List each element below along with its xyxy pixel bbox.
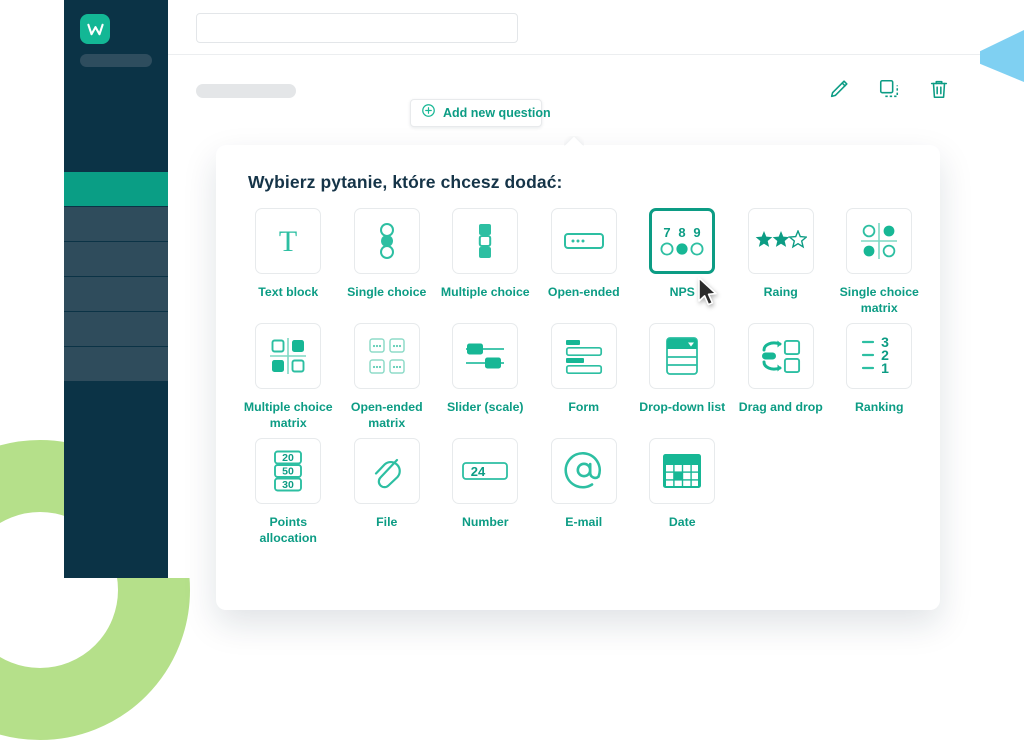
question-type-single-choice-matrix[interactable]: Single choice matrix bbox=[830, 208, 929, 322]
rating-icon bbox=[747, 208, 814, 274]
drag-and-drop-icon bbox=[747, 323, 814, 389]
question-type-date[interactable]: Date bbox=[633, 438, 732, 552]
sidebar-user-placeholder bbox=[80, 54, 152, 67]
popup-title: Wybierz pytanie, które chcesz dodać: bbox=[248, 172, 563, 192]
add-new-question-button[interactable]: Add new question bbox=[410, 99, 551, 127]
pencil-icon[interactable] bbox=[828, 78, 850, 100]
question-type-label: Drag and drop bbox=[738, 400, 823, 414]
single-choice-icon bbox=[353, 208, 420, 274]
app-logo[interactable] bbox=[80, 14, 110, 44]
question-type-single-choice[interactable]: Single choice bbox=[338, 208, 437, 322]
question-type-label: File bbox=[376, 515, 398, 529]
sidebar-item-3[interactable] bbox=[64, 277, 168, 311]
slider-icon bbox=[452, 323, 519, 389]
question-type-label: Open-ended matrix bbox=[350, 400, 423, 431]
svg-text:8: 8 bbox=[679, 225, 686, 240]
question-type-label: Single choice bbox=[347, 285, 427, 299]
question-type-label: Multiple choice bbox=[440, 285, 530, 299]
question-type-open-ended[interactable]: Open-ended bbox=[535, 208, 634, 322]
add-new-question-label: Add new question bbox=[443, 106, 551, 120]
question-type-points-allocation[interactable]: 20 50 30 Points allocation bbox=[239, 438, 338, 552]
question-type-multiple-choice[interactable]: Multiple choice bbox=[436, 208, 535, 322]
question-type-label: Ranking bbox=[854, 400, 904, 414]
question-toolbar bbox=[828, 78, 950, 100]
question-type-file[interactable]: File bbox=[338, 438, 437, 552]
ranking-icon: 3 2 1 bbox=[846, 323, 913, 389]
multiple-choice-matrix-icon bbox=[255, 323, 322, 389]
question-type-label: Slider (scale) bbox=[446, 400, 524, 414]
question-type-form[interactable]: Form bbox=[535, 323, 634, 437]
question-type-open-ended-matrix[interactable]: Open-ended matrix bbox=[338, 323, 437, 437]
question-type-popup: Wybierz pytanie, które chcesz dodać: T T… bbox=[216, 136, 940, 610]
open-ended-matrix-icon bbox=[353, 323, 420, 389]
plus-circle-icon bbox=[421, 103, 436, 123]
svg-text:1: 1 bbox=[881, 360, 889, 376]
svg-text:50: 50 bbox=[282, 466, 294, 478]
sidebar-item-0[interactable] bbox=[64, 172, 168, 206]
survey-select[interactable] bbox=[196, 13, 518, 43]
question-type-label: E-mail bbox=[565, 515, 603, 529]
sidebar-item-1[interactable] bbox=[64, 207, 168, 241]
question-type-ranking[interactable]: 3 2 1 Ranking bbox=[830, 323, 929, 437]
question-type-label: Drop-down list bbox=[639, 400, 726, 414]
question-type-email[interactable]: E-mail bbox=[535, 438, 634, 552]
question-type-dropdown-list[interactable]: Drop-down list bbox=[633, 323, 732, 437]
text-block-icon: T bbox=[255, 208, 322, 274]
question-type-drag-and-drop[interactable]: Drag and drop bbox=[732, 323, 831, 437]
question-type-rating[interactable]: Raing bbox=[732, 208, 831, 322]
svg-text:7: 7 bbox=[664, 225, 671, 240]
form-icon bbox=[550, 323, 617, 389]
question-type-multiple-choice-matrix[interactable]: Multiple choice matrix bbox=[239, 323, 338, 437]
question-type-grid: T Text block Single choice Multiple choi… bbox=[239, 208, 929, 553]
question-type-label: Raing bbox=[763, 285, 798, 299]
question-type-text-block[interactable]: T Text block bbox=[239, 208, 338, 322]
points-allocation-icon: 20 50 30 bbox=[255, 438, 322, 504]
top-bar bbox=[168, 0, 980, 55]
number-icon: 24 bbox=[452, 438, 519, 504]
svg-text:20: 20 bbox=[282, 452, 294, 464]
sidebar bbox=[64, 0, 168, 578]
trash-icon[interactable] bbox=[928, 78, 950, 100]
copy-icon[interactable] bbox=[878, 78, 900, 100]
svg-text:30: 30 bbox=[282, 479, 294, 491]
question-type-slider[interactable]: Slider (scale) bbox=[436, 323, 535, 437]
single-choice-matrix-icon bbox=[846, 208, 913, 274]
at-sign-icon bbox=[550, 438, 617, 504]
dropdown-list-icon bbox=[649, 323, 716, 389]
question-type-label: Number bbox=[462, 515, 509, 529]
question-type-label: Points allocation bbox=[259, 515, 317, 546]
question-type-number[interactable]: 24 Number bbox=[436, 438, 535, 552]
question-type-label: Text block bbox=[258, 285, 319, 299]
svg-text:T: T bbox=[279, 225, 297, 258]
paperclip-icon bbox=[353, 438, 420, 504]
mouse-pointer-icon bbox=[697, 277, 721, 309]
calendar-icon bbox=[649, 438, 716, 504]
open-ended-icon bbox=[550, 208, 617, 274]
multiple-choice-icon bbox=[452, 208, 519, 274]
question-type-label: Form bbox=[568, 400, 600, 414]
sidebar-item-4[interactable] bbox=[64, 312, 168, 346]
sidebar-item-2[interactable] bbox=[64, 242, 168, 276]
question-type-label: Single choice matrix bbox=[839, 285, 919, 316]
popup-pointer-notch bbox=[564, 136, 584, 146]
svg-text:9: 9 bbox=[694, 225, 701, 240]
question-title-placeholder bbox=[196, 84, 296, 98]
question-type-label: Open-ended bbox=[547, 285, 620, 299]
question-type-label: Date bbox=[668, 515, 696, 529]
sidebar-item-5[interactable] bbox=[64, 347, 168, 381]
nps-icon: 7 8 9 bbox=[649, 208, 716, 274]
svg-text:24: 24 bbox=[471, 464, 486, 479]
question-type-label: Multiple choice matrix bbox=[243, 400, 333, 431]
